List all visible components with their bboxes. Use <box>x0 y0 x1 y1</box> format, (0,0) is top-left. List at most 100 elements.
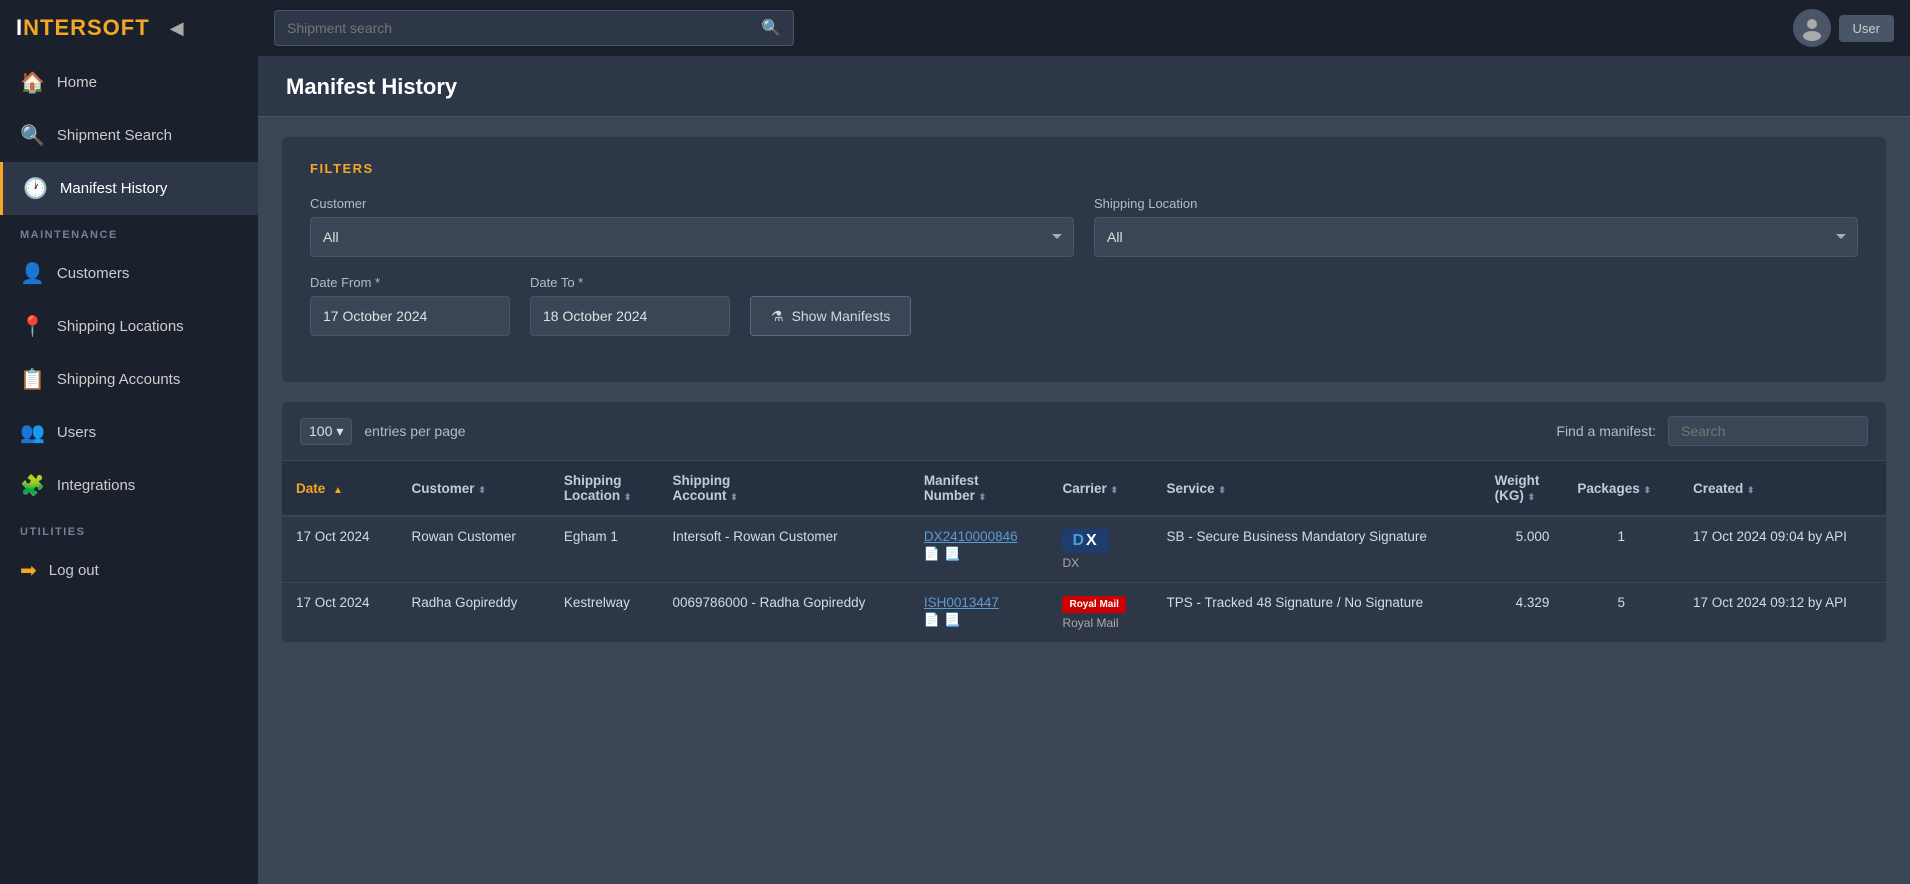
entries-label: entries per page <box>364 423 465 439</box>
doc-icon[interactable]: 📄 <box>924 612 940 628</box>
sidebar-item-manifest-history[interactable]: 🕐 Manifest History <box>0 162 258 215</box>
cell-packages: 5 <box>1563 583 1679 643</box>
shipping-location-filter-group: Shipping Location All <box>1094 196 1858 257</box>
table-toolbar: 100 ▾ entries per page Find a manifest: <box>282 402 1886 461</box>
sidebar-item-logout[interactable]: ➡ Log out <box>0 544 258 597</box>
file-icon[interactable]: 📃 <box>944 546 960 562</box>
sidebar-item-label: Shipping Locations <box>57 318 184 335</box>
table-row: 17 Oct 2024 Radha Gopireddy Kestrelway 0… <box>282 583 1886 643</box>
col-weight[interactable]: Weight(KG) ⬍ <box>1481 461 1564 516</box>
search-input[interactable] <box>287 20 761 36</box>
cell-service: TPS - Tracked 48 Signature / No Signatur… <box>1153 583 1481 643</box>
filters-label: FILTERS <box>310 161 1858 176</box>
filter-row-2: Date From * Date To * ⚗ Show Manifests <box>310 275 1858 336</box>
sidebar-item-label: Integrations <box>57 477 135 494</box>
find-manifest-label: Find a manifest: <box>1556 423 1656 439</box>
shipping-location-select[interactable]: All <box>1094 217 1858 257</box>
maintenance-section-label: MAINTENANCE <box>0 215 258 247</box>
show-manifests-container: ⚗ Show Manifests <box>750 296 911 336</box>
table-row: 17 Oct 2024 Rowan Customer Egham 1 Inter… <box>282 516 1886 583</box>
user-menu-button[interactable]: User <box>1839 15 1894 42</box>
sidebar-item-label: Home <box>57 74 97 91</box>
utilities-section-label: UTILITIES <box>0 512 258 544</box>
sidebar-item-label: Users <box>57 424 96 441</box>
users-icon: 👥 <box>20 420 45 445</box>
sidebar-item-shipping-locations[interactable]: 📍 Shipping Locations <box>0 300 258 353</box>
customer-filter-group: Customer All <box>310 196 1074 257</box>
col-packages[interactable]: Packages ⬍ <box>1563 461 1679 516</box>
page-header: Manifest History <box>258 56 1910 117</box>
topbar-right: User <box>1793 9 1894 47</box>
show-manifests-button[interactable]: ⚗ Show Manifests <box>750 296 911 336</box>
chevron-down-icon: ▾ <box>336 423 343 440</box>
filter-icon: ⚗ <box>771 308 784 325</box>
date-from-input[interactable] <box>310 296 510 336</box>
cell-shipping-account: 0069786000 - Radha Gopireddy <box>659 583 910 643</box>
cell-customer: Rowan Customer <box>398 516 550 583</box>
search-icon: 🔍 <box>761 18 781 38</box>
cell-manifest-number: DX2410000846 📄 📃 <box>910 516 1049 583</box>
table-header-row: Date ▲ Customer ⬍ ShippingLocation ⬍ Shi… <box>282 461 1886 516</box>
col-date[interactable]: Date ▲ <box>282 461 398 516</box>
manifests-table: Date ▲ Customer ⬍ ShippingLocation ⬍ Shi… <box>282 461 1886 643</box>
file-icon[interactable]: 📃 <box>944 612 960 628</box>
shipping-location-label: Shipping Location <box>1094 196 1858 211</box>
col-service[interactable]: Service ⬍ <box>1153 461 1481 516</box>
sidebar-item-label: Customers <box>57 265 130 282</box>
table-card: 100 ▾ entries per page Find a manifest: … <box>282 402 1886 643</box>
cell-weight: 5.000 <box>1481 516 1564 583</box>
cell-carrier: Royal Mail Royal Mail <box>1048 583 1152 643</box>
sidebar: 🏠 Home 🔍 Shipment Search 🕐 Manifest Hist… <box>0 56 258 884</box>
sidebar-item-shipment-search[interactable]: 🔍 Shipment Search <box>0 109 258 162</box>
entries-value: 100 <box>309 423 332 439</box>
global-search-bar[interactable]: 🔍 <box>274 10 794 46</box>
manifest-history-icon: 🕐 <box>23 176 48 201</box>
filters-card: FILTERS Customer All Shipping Location A… <box>282 137 1886 382</box>
entries-select[interactable]: 100 ▾ <box>300 418 352 445</box>
logo: INTERSOFT ◀ <box>16 14 266 43</box>
col-shipping-location[interactable]: ShippingLocation ⬍ <box>550 461 659 516</box>
sidebar-item-integrations[interactable]: 🧩 Integrations <box>0 459 258 512</box>
logo-text: INTERSOFT <box>16 15 150 41</box>
manifest-link[interactable]: ISH0013447 <box>924 595 999 610</box>
topbar: INTERSOFT ◀ 🔍 User <box>0 0 1910 56</box>
sidebar-item-label: Manifest History <box>60 180 168 197</box>
customer-label: Customer <box>310 196 1074 211</box>
manifest-link[interactable]: DX2410000846 <box>924 529 1018 544</box>
sidebar-item-users[interactable]: 👥 Users <box>0 406 258 459</box>
find-manifest-input[interactable] <box>1668 416 1868 446</box>
cell-manifest-number: ISH0013447 📄 📃 <box>910 583 1049 643</box>
sidebar-item-shipping-accounts[interactable]: 📋 Shipping Accounts <box>0 353 258 406</box>
sidebar-item-label: Shipment Search <box>57 127 172 144</box>
layout: 🏠 Home 🔍 Shipment Search 🕐 Manifest Hist… <box>0 56 1910 884</box>
customer-select[interactable]: All <box>310 217 1074 257</box>
cell-service: SB - Secure Business Mandatory Signature <box>1153 516 1481 583</box>
cell-created: 17 Oct 2024 09:04 by API <box>1679 516 1886 583</box>
date-from-label: Date From * <box>310 275 510 290</box>
avatar <box>1793 9 1831 47</box>
filter-row-1: Customer All Shipping Location All <box>310 196 1858 257</box>
shipping-accounts-icon: 📋 <box>20 367 45 392</box>
sidebar-item-customers[interactable]: 👤 Customers <box>0 247 258 300</box>
home-icon: 🏠 <box>20 70 45 95</box>
cell-packages: 1 <box>1563 516 1679 583</box>
integrations-icon: 🧩 <box>20 473 45 498</box>
collapse-sidebar-button[interactable]: ◀ <box>162 14 192 43</box>
sidebar-item-label: Log out <box>49 562 99 579</box>
col-carrier[interactable]: Carrier ⬍ <box>1048 461 1152 516</box>
cell-shipping-location: Kestrelway <box>550 583 659 643</box>
date-to-input[interactable] <box>530 296 730 336</box>
col-manifest-number[interactable]: ManifestNumber ⬍ <box>910 461 1049 516</box>
logout-icon: ➡ <box>20 558 37 583</box>
show-manifests-label: Show Manifests <box>792 308 891 324</box>
col-customer[interactable]: Customer ⬍ <box>398 461 550 516</box>
col-created[interactable]: Created ⬍ <box>1679 461 1886 516</box>
cell-created: 17 Oct 2024 09:12 by API <box>1679 583 1886 643</box>
doc-icon[interactable]: 📄 <box>924 546 940 562</box>
col-shipping-account[interactable]: ShippingAccount ⬍ <box>659 461 910 516</box>
sidebar-item-home[interactable]: 🏠 Home <box>0 56 258 109</box>
cell-customer: Radha Gopireddy <box>398 583 550 643</box>
shipping-locations-icon: 📍 <box>20 314 45 339</box>
page-title: Manifest History <box>286 74 1882 100</box>
date-to-group: Date To * <box>530 275 730 336</box>
